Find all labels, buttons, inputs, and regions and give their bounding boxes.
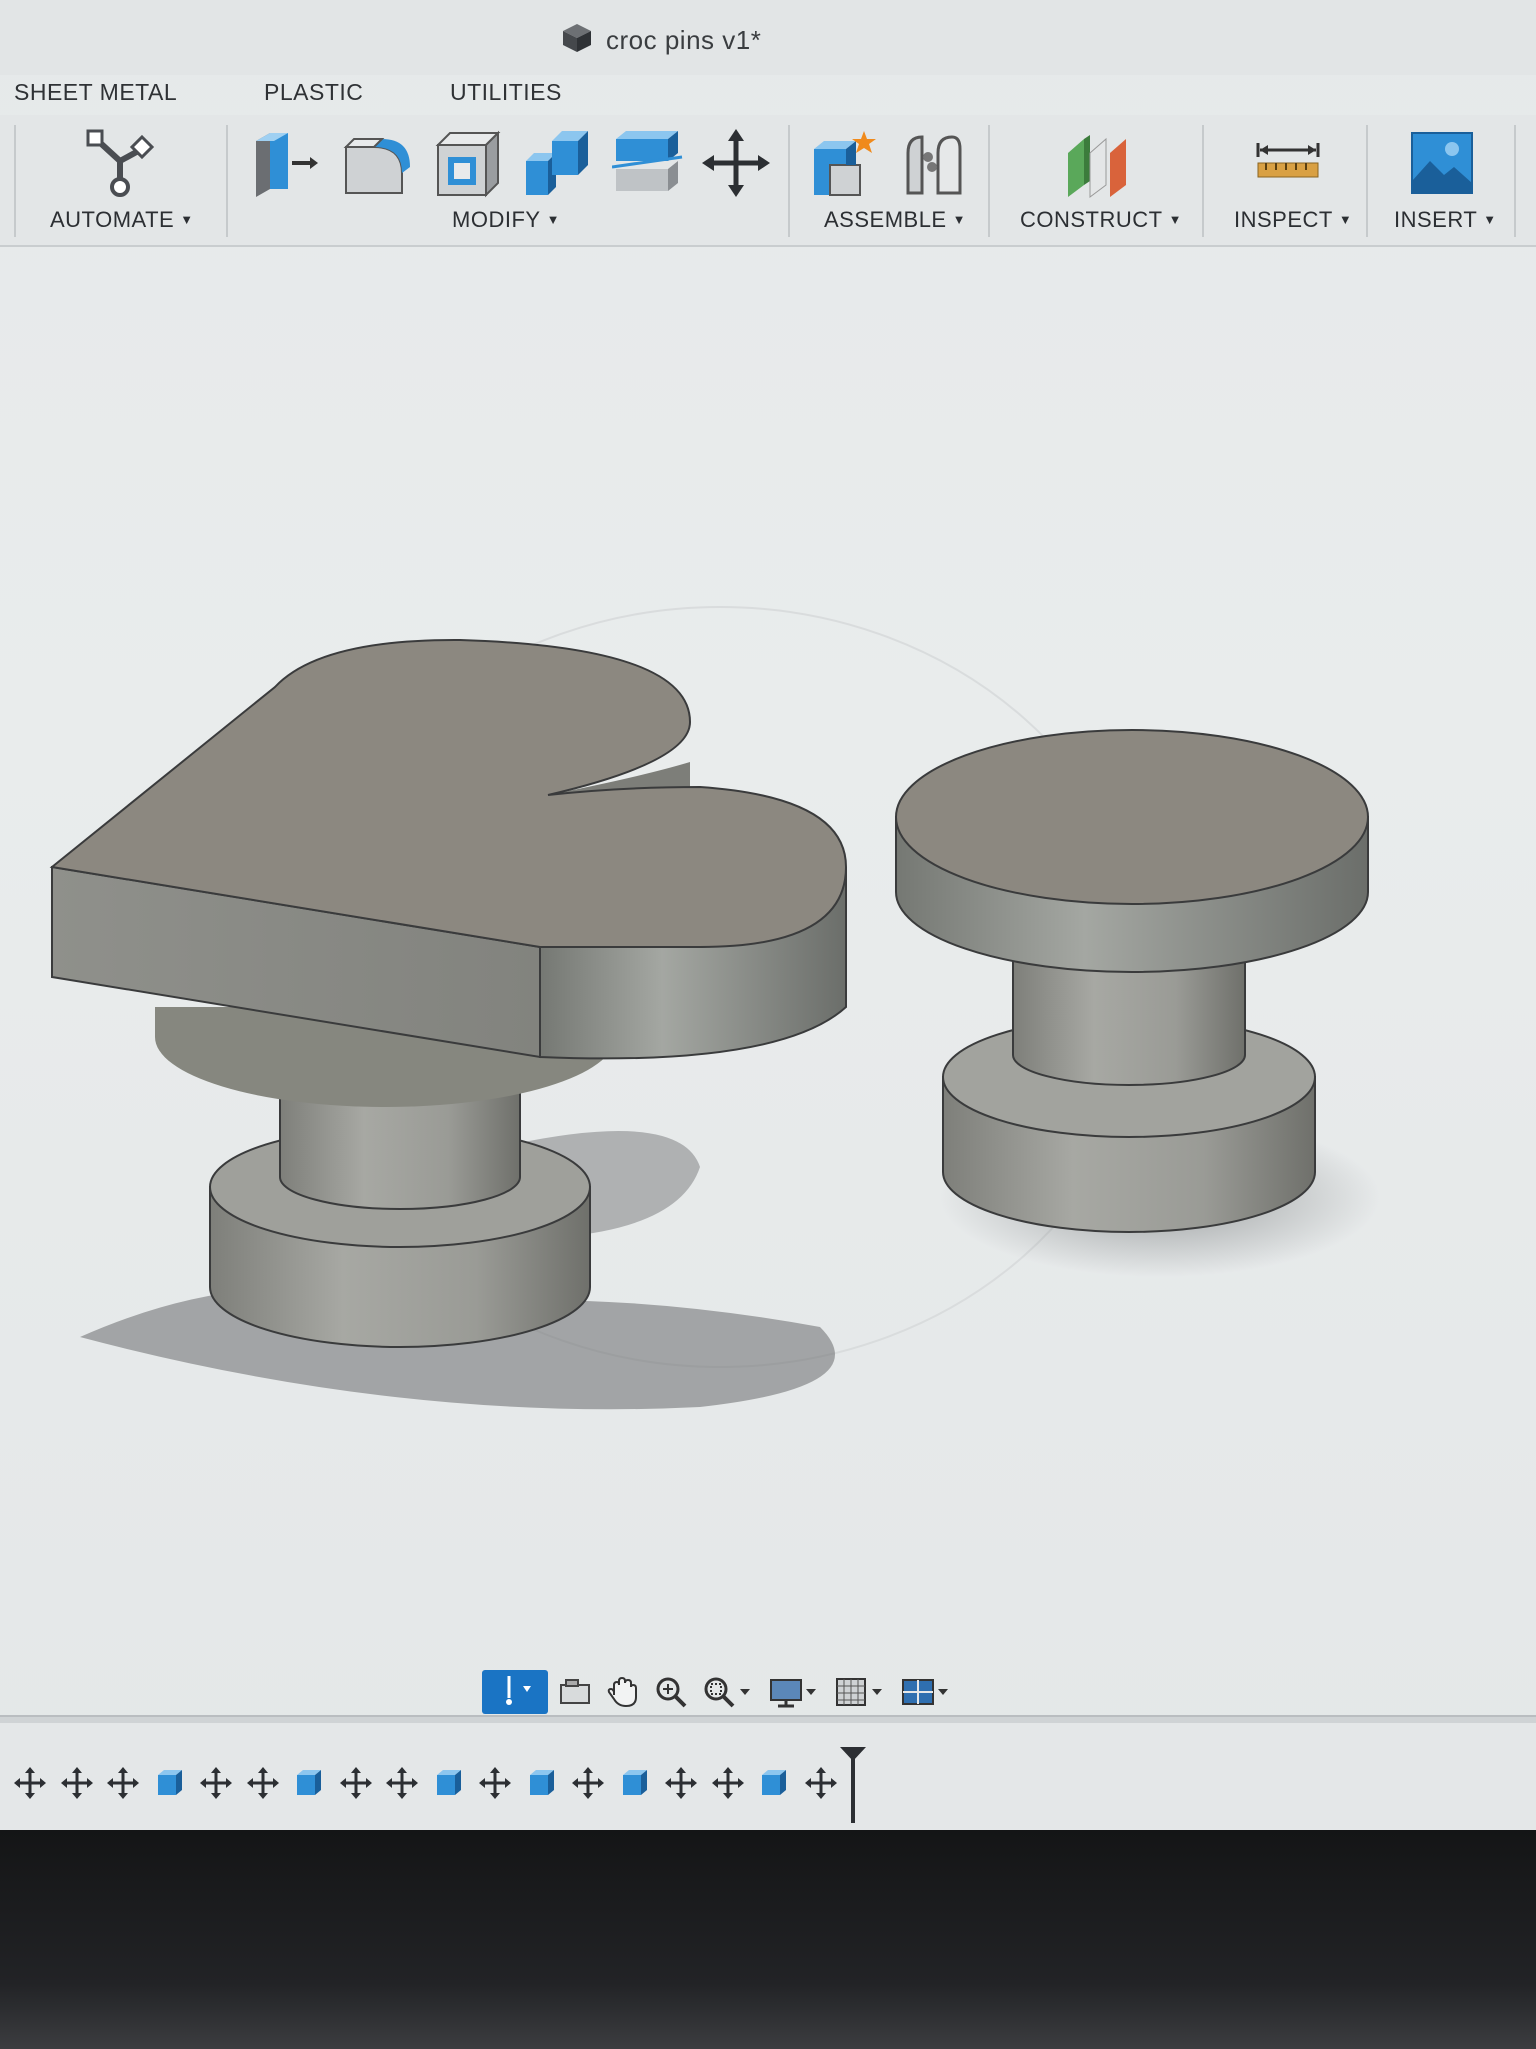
grid-icon[interactable] xyxy=(830,1670,890,1714)
assemble-label: ASSEMBLE xyxy=(824,207,947,232)
tab-utilities[interactable]: UTILITIES xyxy=(450,79,562,106)
ribbon-divider xyxy=(1366,125,1368,237)
inspect-label: INSPECT xyxy=(1234,207,1333,232)
canvas-viewport[interactable] xyxy=(0,247,1536,1712)
chevron-down-icon: ▼ xyxy=(1338,212,1353,227)
navigation-bar xyxy=(482,1668,956,1716)
cube-icon xyxy=(560,21,594,60)
assemble-menu[interactable]: ASSEMBLE ▼ xyxy=(824,207,966,233)
ribbon-divider xyxy=(988,125,990,237)
ribbon-divider xyxy=(1202,125,1204,237)
orbit-button[interactable] xyxy=(482,1670,548,1714)
viewports-icon[interactable] xyxy=(896,1670,956,1714)
ribbon-divider xyxy=(1514,125,1516,237)
split-face-icon[interactable] xyxy=(611,127,684,199)
look-at-icon[interactable] xyxy=(554,1670,596,1714)
timeline xyxy=(0,1723,1536,1823)
timeline-extrude-feature[interactable] xyxy=(617,1765,653,1801)
tab-plastic[interactable]: PLASTIC xyxy=(264,79,363,106)
fusion-window: croc pins v1* SHEET METAL PLASTIC UTILIT… xyxy=(0,0,1536,1830)
timeline-sketch-feature[interactable] xyxy=(477,1765,513,1801)
chevron-down-icon: ▼ xyxy=(1483,212,1497,227)
timeline-sketch-feature[interactable] xyxy=(12,1765,48,1801)
ribbon-divider xyxy=(788,125,790,237)
document-title-text: croc pins v1* xyxy=(606,24,762,55)
offset-plane-icon[interactable] xyxy=(1062,127,1134,199)
combine-icon[interactable] xyxy=(522,127,594,199)
press-pull-icon[interactable] xyxy=(248,127,320,199)
timeline-extrude-feature[interactable] xyxy=(524,1765,560,1801)
shell-icon[interactable] xyxy=(432,127,504,199)
modify-menu[interactable]: MODIFY ▼ xyxy=(452,207,560,233)
timeline-sketch-feature[interactable] xyxy=(59,1765,95,1801)
chevron-down-icon: ▼ xyxy=(1168,212,1182,227)
measure-icon[interactable] xyxy=(1252,127,1324,199)
insert-menu[interactable]: INSERT ▼ xyxy=(1394,207,1497,233)
tab-sheet-metal[interactable]: SHEET METAL xyxy=(14,79,177,106)
timeline-sketch-feature[interactable] xyxy=(570,1765,606,1801)
orbit-icon xyxy=(495,1672,535,1713)
timeline-extrude-feature[interactable] xyxy=(291,1765,327,1801)
round-pin-model[interactable] xyxy=(895,729,1380,1277)
monitor-bezel xyxy=(0,1830,1536,2049)
chevron-down-icon: ▼ xyxy=(546,212,560,227)
workspace-tabs: SHEET METAL PLASTIC UTILITIES xyxy=(0,75,1536,115)
title-bar: croc pins v1* xyxy=(0,0,1536,75)
modify-label: MODIFY xyxy=(452,207,541,232)
chevron-down-icon: ▼ xyxy=(180,212,194,227)
timeline-sketch-feature[interactable] xyxy=(338,1765,374,1801)
pan-icon[interactable] xyxy=(602,1670,644,1714)
fillet-icon[interactable] xyxy=(340,127,412,199)
construct-label: CONSTRUCT xyxy=(1020,207,1163,232)
automate-icon[interactable] xyxy=(84,127,156,199)
timeline-sketch-feature[interactable] xyxy=(198,1765,234,1801)
display-settings-icon[interactable] xyxy=(764,1670,824,1714)
timeline-extrude-feature[interactable] xyxy=(431,1765,467,1801)
heart-pin-model[interactable] xyxy=(49,638,848,1410)
timeline-marker[interactable] xyxy=(838,1745,868,1825)
timeline-extrude-feature[interactable] xyxy=(756,1765,792,1801)
timeline-sketch-feature[interactable] xyxy=(245,1765,281,1801)
timeline-sketch-feature[interactable] xyxy=(803,1765,839,1801)
construct-menu[interactable]: CONSTRUCT ▼ xyxy=(1020,207,1182,233)
automate-label: AUTOMATE xyxy=(50,207,175,232)
automate-menu[interactable]: AUTOMATE ▼ xyxy=(50,207,194,233)
timeline-sketch-feature[interactable] xyxy=(105,1765,141,1801)
toolbar-ribbon: AUTOMATE ▼ MODIFY ▼ ASSEMBLE ▼ CONSTRUCT… xyxy=(0,115,1536,247)
timeline-sketch-feature[interactable] xyxy=(384,1765,420,1801)
insert-label: INSERT xyxy=(1394,207,1478,232)
move-icon[interactable] xyxy=(700,127,772,199)
document-title: croc pins v1* xyxy=(560,20,761,60)
timeline-divider xyxy=(0,1715,1536,1723)
joint-icon[interactable] xyxy=(898,127,970,199)
new-component-icon[interactable] xyxy=(808,127,880,199)
ribbon-divider xyxy=(226,125,228,237)
chevron-down-icon: ▼ xyxy=(952,212,966,227)
zoom-icon[interactable] xyxy=(650,1670,692,1714)
insert-image-icon[interactable] xyxy=(1406,127,1478,199)
timeline-extrude-feature[interactable] xyxy=(152,1765,188,1801)
ribbon-divider xyxy=(14,125,16,237)
timeline-sketch-feature[interactable] xyxy=(710,1765,746,1801)
fit-icon[interactable] xyxy=(698,1670,758,1714)
inspect-menu[interactable]: INSPECT ▼ xyxy=(1234,207,1352,233)
timeline-sketch-feature[interactable] xyxy=(663,1765,699,1801)
